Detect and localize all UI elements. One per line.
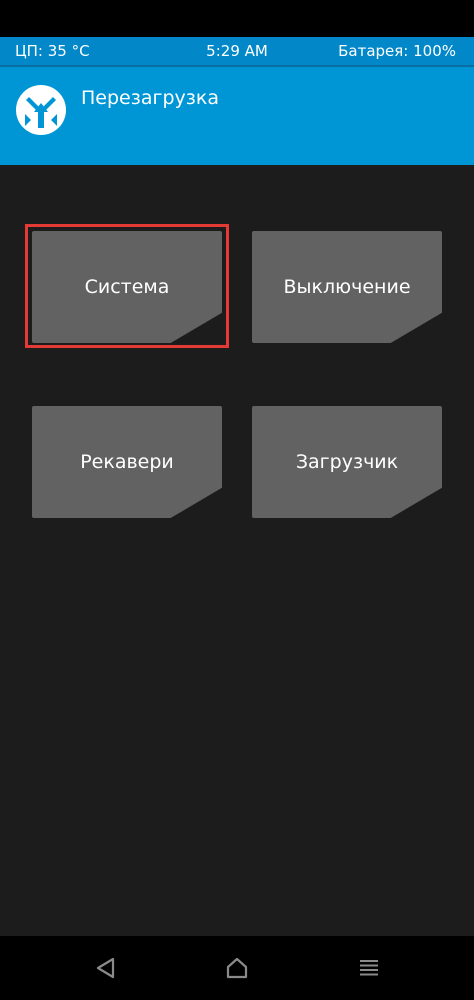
twrp-logo-icon [16,85,66,135]
battery-status: Батарея: 100% [338,42,456,60]
page-header: Перезагрузка [0,67,474,165]
reboot-bootloader-button[interactable]: Загрузчик [252,406,442,518]
power-off-button[interactable]: Выключение [252,231,442,343]
menu-lines-icon[interactable] [355,954,383,982]
power-off-label: Выключение [283,276,411,298]
reboot-recovery-label: Рекавери [80,451,174,473]
reboot-system-label: Система [84,276,170,298]
reboot-screen: ЦП: 35 °C 5:29 AM Батарея: 100% Перезагр… [0,0,474,1000]
reboot-recovery-button[interactable]: Рекавери [32,406,222,518]
top-system-strip [0,0,474,37]
navigation-bar [0,936,474,1000]
status-bar: ЦП: 35 °C 5:29 AM Батарея: 100% [0,37,474,65]
home-icon[interactable] [223,954,251,982]
back-triangle-icon[interactable] [92,954,120,982]
reboot-bootloader-label: Загрузчик [295,451,399,473]
page-title: Перезагрузка [81,87,219,109]
reboot-system-button[interactable]: Система [32,231,222,343]
